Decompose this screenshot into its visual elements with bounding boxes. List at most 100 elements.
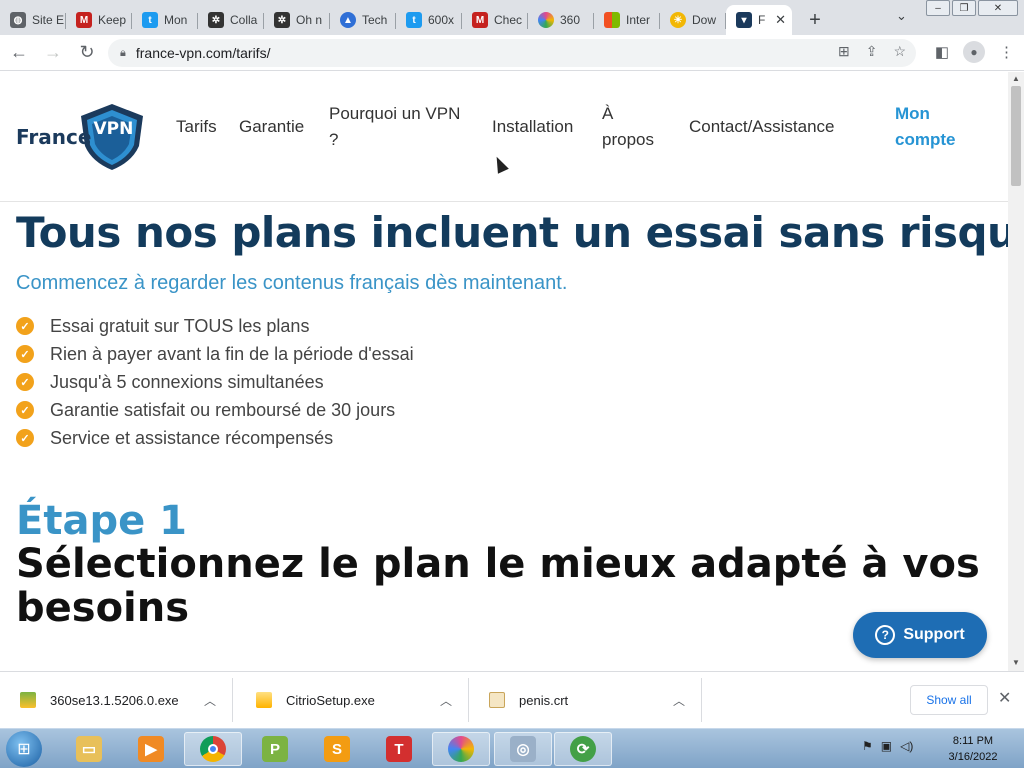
check-icon: ✓ xyxy=(16,401,34,419)
download-item[interactable]: CitrioSetup.exe ︿ xyxy=(236,678,469,722)
download-filename: CitrioSetup.exe xyxy=(286,692,375,708)
network-icon[interactable]: ▣ xyxy=(881,739,892,753)
browser-tab[interactable]: ✲ Oh n xyxy=(264,5,330,35)
vertical-scrollbar[interactable]: ▲ ▼ xyxy=(1008,72,1024,671)
page-viewport: France VPN Tarifs Garantie Pourquoi un V… xyxy=(0,72,1008,671)
tab-search-chevron-icon[interactable]: ⌄ xyxy=(896,8,907,24)
list-item: ✓ Jusqu'à 5 connexions simultanées xyxy=(16,368,414,396)
nav-mon-compte-line2: compte xyxy=(895,130,956,149)
back-arrow-icon[interactable]: ← xyxy=(4,38,34,68)
twitter-icon: t xyxy=(142,12,158,28)
check-icon: ✓ xyxy=(16,317,34,335)
close-tab-icon[interactable]: ✕ xyxy=(775,12,786,28)
nav-pourquoi[interactable]: Pourquoi un VPN ? xyxy=(329,101,460,153)
chevron-up-icon[interactable]: ︿ xyxy=(673,692,685,709)
url-text: france-vpn.com/tarifs/ xyxy=(135,45,271,61)
minimize-icon[interactable]: – xyxy=(926,0,950,16)
p-app-icon[interactable]: P xyxy=(246,732,304,766)
new-tab-button[interactable]: + xyxy=(800,5,830,35)
refresh-app-icon[interactable]: ⟳ xyxy=(554,732,612,766)
t-app-icon[interactable]: T xyxy=(370,732,428,766)
download-item[interactable]: penis.crt ︿ xyxy=(469,678,702,722)
pinwheel-icon[interactable] xyxy=(432,732,490,766)
menu-kebab-icon[interactable]: ⋮ xyxy=(999,43,1014,61)
media-player-icon[interactable]: ▶ xyxy=(122,732,180,766)
browser-tab[interactable]: 360 xyxy=(528,5,594,35)
nav-installation[interactable]: Installation xyxy=(492,114,573,140)
scrollbar-thumb[interactable] xyxy=(1011,86,1021,186)
toolbar-right: ◧ ● ⋮ xyxy=(935,41,1014,63)
lock-icon[interactable]: 🔒︎ xyxy=(120,47,126,60)
support-button[interactable]: ? Support xyxy=(853,612,987,658)
restore-icon[interactable]: ❐ xyxy=(952,0,976,16)
shield-icon: ▾ xyxy=(736,12,752,28)
chevron-up-icon[interactable]: ︿ xyxy=(204,692,216,709)
forward-arrow-icon[interactable]: → xyxy=(38,38,68,68)
chrome-icon[interactable] xyxy=(184,732,242,766)
profile-avatar-icon[interactable]: ● xyxy=(963,41,985,63)
start-button[interactable]: ⊞ xyxy=(6,731,42,767)
installer-icon xyxy=(20,692,36,708)
clock-time: 8:11 PM xyxy=(952,735,994,747)
address-bar[interactable]: 🔒︎ france-vpn.com/tarifs/ xyxy=(108,39,916,67)
red-m-icon: M xyxy=(472,12,488,28)
openai-icon: ✲ xyxy=(208,12,224,28)
browser-tab[interactable]: ✲ Colla xyxy=(198,5,264,35)
browser-toolbar: ← → ↻ 🔒︎ france-vpn.com/tarifs/ ⊞ ⇪ ☆ ◧ … xyxy=(0,35,1024,71)
nav-garantie[interactable]: Garantie xyxy=(239,114,304,140)
tab-strip: ◍ Site E M Keep t Mon ✲ Colla ✲ Oh n ▲ Tech t6… xyxy=(0,0,1024,35)
scroll-up-icon[interactable]: ▲ xyxy=(1012,74,1020,83)
download-filename: penis.crt xyxy=(519,692,569,708)
show-all-button[interactable]: Show all xyxy=(910,685,988,715)
browser-tab[interactable]: Inter xyxy=(594,5,660,35)
logo[interactable]: France VPN xyxy=(16,102,147,172)
reload-icon[interactable]: ↻ xyxy=(72,38,102,68)
browser-tab-active[interactable]: ▾ F ✕ xyxy=(726,5,792,35)
nav-a-propos[interactable]: À propos xyxy=(602,101,654,153)
s-app-icon[interactable]: S xyxy=(308,732,366,766)
pinwheel-icon xyxy=(538,12,554,28)
share-icon[interactable]: ⇪ xyxy=(866,43,878,60)
site-header: France VPN Tarifs Garantie Pourquoi un V… xyxy=(0,72,1008,202)
list-item: ✓ Garantie satisfait ou remboursé de 30 j… xyxy=(16,396,414,424)
download-item[interactable]: 360se13.1.5206.0.exe ︿ xyxy=(0,678,233,722)
browser-tab[interactable]: ▲ Tech xyxy=(330,5,396,35)
nav-pourquoi-line1: Pourquoi un VPN xyxy=(329,104,461,123)
installer-icon[interactable]: ◎ xyxy=(494,732,552,766)
page-title: Tous nos plans incluent un essai sans ri… xyxy=(16,208,1008,257)
browser-tab[interactable]: t 600x xyxy=(396,5,462,35)
star-icon[interactable]: ☆ xyxy=(893,43,906,60)
flag-icon[interactable]: ⚑ xyxy=(862,739,873,753)
check-icon: ✓ xyxy=(16,345,34,363)
browser-tab[interactable]: ◍ Site E xyxy=(0,5,66,35)
browser-tab[interactable]: t Mon xyxy=(132,5,198,35)
logo-badge: VPN xyxy=(93,119,134,139)
nav-contact[interactable]: Contact/Assistance xyxy=(689,114,835,140)
side-panel-icon[interactable]: ◧ xyxy=(935,43,949,61)
translate-icon[interactable]: ⊞ xyxy=(838,43,850,60)
step-label: Étape 1 xyxy=(16,498,187,544)
mouse-cursor-icon xyxy=(491,154,509,174)
check-icon: ✓ xyxy=(16,373,34,391)
nav-a-propos-line1: À xyxy=(602,104,614,123)
chevron-up-icon[interactable]: ︿ xyxy=(440,692,452,709)
browser-tab[interactable]: M Chec xyxy=(462,5,528,35)
taskbar: ⊞ ▭ ▶ P S T ◎ ⟳ ⚑ ▣ ◁) 8:11 PM 3/16/2022 xyxy=(0,728,1024,768)
volume-icon[interactable]: ◁) xyxy=(900,739,913,753)
list-item: ✓ Service et assistance récompensés xyxy=(16,424,414,452)
clock[interactable]: 8:11 PM 3/16/2022 xyxy=(940,733,1006,765)
explorer-icon[interactable]: ▭ xyxy=(60,732,118,766)
omnibox-actions: ⊞ ⇪ ☆ xyxy=(838,43,906,60)
feature-list: ✓ Essai gratuit sur TOUS les plans ✓ Rien … xyxy=(16,312,414,452)
twitter-icon: t xyxy=(406,12,422,28)
nav-tarifs[interactable]: Tarifs xyxy=(176,114,217,140)
scroll-down-icon[interactable]: ▼ xyxy=(1012,658,1020,667)
close-window-icon[interactable]: ✕ xyxy=(978,0,1018,16)
browser-tab[interactable]: ☀ Dow xyxy=(660,5,726,35)
globe-icon: ◍ xyxy=(10,12,26,28)
installer-icon xyxy=(256,692,272,708)
close-downloads-icon[interactable]: ✕ xyxy=(998,688,1011,708)
nav-mon-compte[interactable]: Mon compte xyxy=(895,101,955,153)
clock-date: 3/16/2022 xyxy=(948,751,998,763)
browser-tab[interactable]: M Keep xyxy=(66,5,132,35)
